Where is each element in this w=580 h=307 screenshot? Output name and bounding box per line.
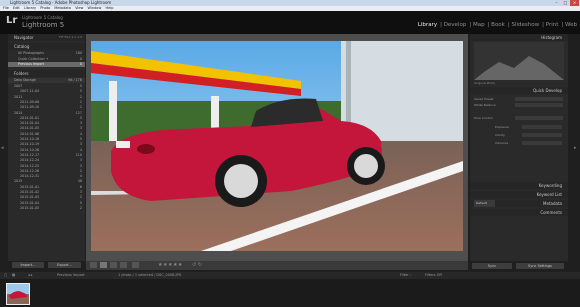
secondary-window-icon[interactable]: ▢ xyxy=(4,272,7,279)
zoom-options[interactable]: FIT FILL 1:1 1:4 xyxy=(59,34,82,41)
clarity-label: Clarity xyxy=(495,133,505,137)
white-balance-label: White Balance xyxy=(474,103,496,107)
product-name: Lightroom 5 xyxy=(22,21,65,29)
filter-select[interactable]: Filters Off xyxy=(425,272,442,279)
module-print[interactable]: Print xyxy=(546,22,559,28)
tone-control-label: Tone Control xyxy=(474,116,493,120)
catalog-item-selected[interactable]: Previous Import 0 xyxy=(8,62,85,68)
collapse-left-icon[interactable]: ◂ xyxy=(1,145,4,151)
collapse-right-icon[interactable]: ▸ xyxy=(574,145,577,151)
toolbar xyxy=(86,261,468,270)
navigator-header[interactable]: Navigator FIT FILL 1:1 1:4 xyxy=(8,34,85,41)
catalog-item[interactable]: Quick Collection +0 xyxy=(8,57,85,62)
clarity-stepper[interactable] xyxy=(522,133,562,137)
menu-photo[interactable]: Photo xyxy=(40,6,50,10)
keywording-header[interactable]: Keywording xyxy=(470,182,568,189)
sync-settings-button[interactable]: Sync Settings xyxy=(516,263,564,269)
catalog-item[interactable]: All Photographs 180 xyxy=(8,51,85,56)
module-develop[interactable]: Develop xyxy=(444,22,467,28)
main-photo xyxy=(91,41,463,251)
vibrance-label: Vibrance xyxy=(495,141,509,145)
sync-button[interactable]: Sync xyxy=(472,263,512,269)
original-photo-toggle[interactable]: Original Photo xyxy=(474,81,495,85)
metadata-header[interactable]: Default Metadata xyxy=(470,200,568,207)
menu-view[interactable]: View xyxy=(75,6,83,10)
menu-library[interactable]: Library xyxy=(24,6,36,10)
catalog-header[interactable]: Catalog xyxy=(8,43,85,50)
filmstrip-thumbnail[interactable] xyxy=(6,283,30,305)
folder-item[interactable]: 2015-01-05 2 xyxy=(8,206,85,211)
left-button-bar: Import... Export... xyxy=(8,262,85,270)
auto-tone-button[interactable] xyxy=(515,116,563,120)
menu-window[interactable]: Window xyxy=(88,6,102,10)
quick-develop-header[interactable]: Quick Develop xyxy=(470,87,568,94)
export-button[interactable]: Export... xyxy=(48,262,81,268)
white-balance-select[interactable] xyxy=(515,103,563,107)
catalog-name: Lightroom 5 Catalog xyxy=(22,15,63,20)
vibrance-stepper[interactable] xyxy=(522,141,562,145)
filter-label: Filter : xyxy=(400,273,411,277)
module-picker: Library | Develop | Map | Book | Slideshow | … xyxy=(417,22,577,28)
star-rating[interactable]: ★★★★★ xyxy=(158,262,183,268)
module-map[interactable]: Map xyxy=(473,22,485,28)
import-button[interactable]: Import... xyxy=(12,262,44,268)
saved-preset-label: Saved Preset xyxy=(474,97,494,101)
source-name[interactable]: Previous Import xyxy=(57,272,85,279)
module-web[interactable]: Web xyxy=(565,22,577,28)
right-panel: Histogram Original Photo Quick Develop S… xyxy=(470,34,568,261)
comments-header[interactable]: Comments xyxy=(470,209,568,216)
grid-view-icon[interactable] xyxy=(90,262,97,268)
loupe-view-icon[interactable] xyxy=(100,262,107,268)
volume-row[interactable]: Data Storage 96 / 1TB xyxy=(8,78,85,84)
metadata-preset-select[interactable]: Default xyxy=(474,200,495,207)
back-icon[interactable]: ◂ ▸ xyxy=(28,272,33,279)
lightroom-logo: Lr xyxy=(6,15,18,26)
exposure-stepper[interactable] xyxy=(522,125,562,129)
survey-view-icon[interactable] xyxy=(120,262,127,268)
left-panel: Navigator FIT FILL 1:1 1:4 Catalog All P… xyxy=(8,34,85,261)
filmstrip-bar: ▢ ▦ ◂ ▸ Previous Import 1 photo / 1 sele… xyxy=(0,272,580,279)
module-slideshow[interactable]: Slideshow xyxy=(511,22,539,28)
menu-metadata[interactable]: Metadata xyxy=(54,6,71,10)
histogram-header[interactable]: Histogram xyxy=(470,34,568,41)
histogram-display xyxy=(474,42,564,80)
menu-file[interactable]: File xyxy=(3,6,9,10)
folders-header[interactable]: Folders xyxy=(8,70,85,77)
menu-edit[interactable]: Edit xyxy=(13,6,20,10)
spray-can-icon[interactable] xyxy=(132,262,139,268)
compare-view-icon[interactable] xyxy=(110,262,117,268)
rotate-icon[interactable]: ↺ ↻ xyxy=(192,262,202,268)
grid-icon[interactable]: ▦ xyxy=(12,272,15,279)
saved-preset-select[interactable] xyxy=(515,97,563,101)
module-book[interactable]: Book xyxy=(491,22,505,28)
keyword-list-header[interactable]: Keyword List xyxy=(470,191,568,198)
module-library[interactable]: Library xyxy=(418,22,437,28)
exposure-label: Exposure xyxy=(495,125,509,129)
filmstrip xyxy=(0,279,580,307)
selection-info: 1 photo / 1 selected / DSC_0008.JPG xyxy=(118,273,182,277)
menu-help[interactable]: Help xyxy=(105,6,113,10)
